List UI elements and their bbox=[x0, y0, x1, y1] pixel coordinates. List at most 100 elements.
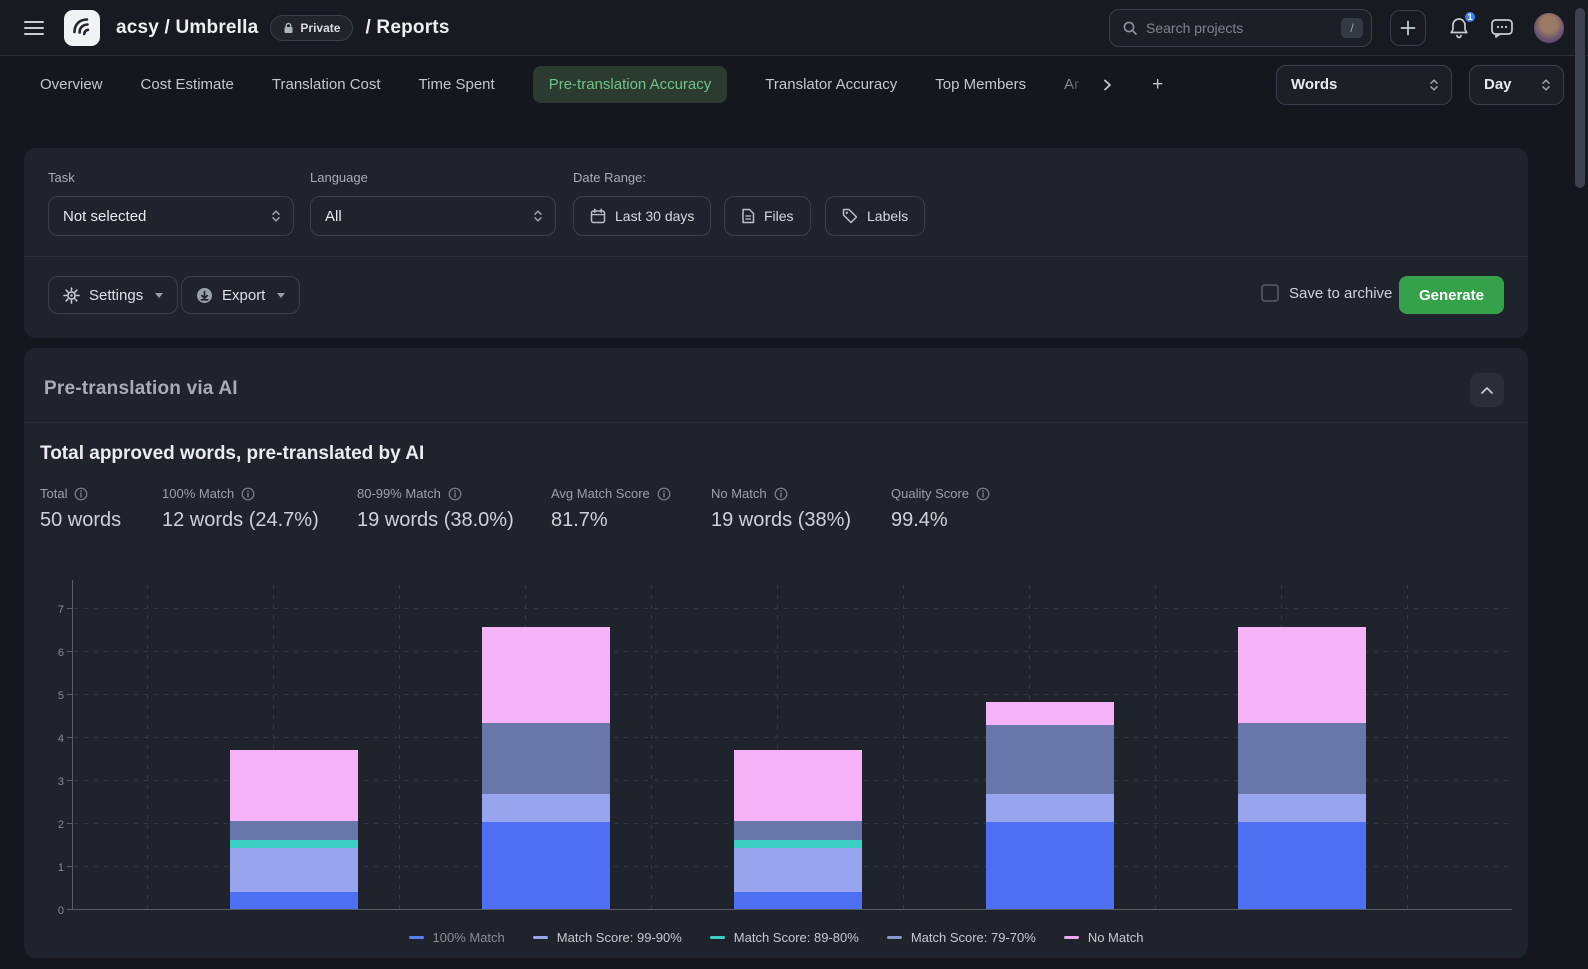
y-tick-mark bbox=[67, 909, 72, 910]
legend-item-match-score-99-90[interactable]: Match Score: 99-90% bbox=[533, 930, 682, 945]
tab-translator-accuracy[interactable]: Translator Accuracy bbox=[765, 76, 897, 93]
x-axis-baseline bbox=[72, 909, 1512, 910]
info-icon[interactable] bbox=[976, 487, 990, 501]
stat-label-text: Quality Score bbox=[891, 486, 969, 501]
legend-item-100-match[interactable]: 100% Match bbox=[409, 930, 505, 945]
tab-overview[interactable]: Overview bbox=[40, 76, 103, 93]
info-icon[interactable] bbox=[448, 487, 462, 501]
tab-top-members[interactable]: Top Members bbox=[935, 76, 1026, 93]
tabs-scroll-right-button[interactable] bbox=[1100, 78, 1114, 92]
search-icon bbox=[1122, 20, 1138, 36]
caret-down-icon bbox=[277, 293, 285, 298]
search-shortcut-key: / bbox=[1341, 18, 1363, 38]
y-tick-label: 7 bbox=[40, 604, 64, 616]
legend-item-no-match[interactable]: No Match bbox=[1064, 930, 1144, 945]
stat-label-text: 80-99% Match bbox=[357, 486, 441, 501]
hamburger-menu-icon[interactable] bbox=[24, 21, 44, 35]
bar-5[interactable] bbox=[1238, 627, 1366, 909]
info-icon[interactable] bbox=[241, 487, 255, 501]
labels-filter-button[interactable]: Labels bbox=[825, 196, 925, 236]
legend-item-match-score-89-80[interactable]: Match Score: 89-80% bbox=[710, 930, 859, 945]
legend-dash-icon bbox=[710, 936, 725, 939]
date-range-button[interactable]: Last 30 days bbox=[573, 196, 711, 236]
bar-1[interactable] bbox=[230, 750, 358, 909]
bar-segment-match-score-79-70 bbox=[1238, 723, 1366, 794]
stat-value: 19 words (38.0%) bbox=[357, 509, 514, 532]
file-icon bbox=[741, 208, 755, 224]
bar-segment-100-match bbox=[230, 892, 358, 909]
export-button-label: Export bbox=[222, 287, 265, 304]
bar-segment-100-match bbox=[734, 892, 862, 909]
legend-label: 100% Match bbox=[433, 930, 505, 945]
language-filter-value: All bbox=[325, 208, 342, 225]
settings-button[interactable]: Settings bbox=[48, 276, 178, 314]
stat-label: Avg Match Score bbox=[551, 486, 671, 501]
y-tick-label: 5 bbox=[40, 690, 64, 702]
legend-label: Match Score: 99-90% bbox=[557, 930, 682, 945]
bar-3[interactable] bbox=[734, 750, 862, 909]
stat-no-match: No Match19 words (38%) bbox=[711, 486, 851, 532]
create-project-button[interactable] bbox=[1390, 10, 1426, 46]
tab-ar[interactable]: Ar bbox=[1064, 76, 1086, 93]
legend-label: Match Score: 89-80% bbox=[734, 930, 859, 945]
tab-cost-estimate[interactable]: Cost Estimate bbox=[141, 76, 234, 93]
app-logo[interactable] bbox=[64, 10, 100, 46]
labels-button-label: Labels bbox=[867, 208, 908, 224]
info-icon[interactable] bbox=[74, 487, 88, 501]
plus-icon bbox=[1400, 20, 1416, 36]
chart-title: Total approved words, pre-translated by … bbox=[40, 443, 424, 465]
legend-item-match-score-79-70[interactable]: Match Score: 79-70% bbox=[887, 930, 1036, 945]
gridline-x bbox=[651, 582, 652, 909]
pretranslation-report-panel: Pre-translation via AI Total approved wo… bbox=[24, 348, 1528, 958]
tab-time-spent[interactable]: Time Spent bbox=[419, 76, 495, 93]
search-input[interactable] bbox=[1146, 20, 1341, 36]
stat-label: 100% Match bbox=[162, 486, 319, 501]
y-tick-label: 2 bbox=[40, 819, 64, 831]
bar-segment-no-match bbox=[1238, 627, 1366, 723]
language-filter-select[interactable]: All bbox=[310, 196, 556, 236]
unit-select[interactable]: Words bbox=[1276, 65, 1452, 105]
add-report-tab-button[interactable]: + bbox=[1152, 74, 1163, 96]
period-select[interactable]: Day bbox=[1469, 65, 1564, 105]
bar-segment-match-score-89-80 bbox=[734, 840, 862, 848]
notifications-button[interactable]: 1 bbox=[1448, 16, 1470, 40]
bar-segment-no-match bbox=[230, 750, 358, 821]
stat-label: 80-99% Match bbox=[357, 486, 514, 501]
info-icon[interactable] bbox=[657, 487, 671, 501]
info-icon[interactable] bbox=[774, 487, 788, 501]
sort-icon bbox=[271, 209, 281, 223]
date-range-label: Date Range: bbox=[573, 170, 646, 185]
chat-icon bbox=[1490, 17, 1514, 39]
lock-icon bbox=[283, 22, 294, 34]
collapse-section-button[interactable] bbox=[1470, 373, 1504, 407]
calendar-icon bbox=[590, 208, 606, 224]
save-to-archive-checkbox[interactable] bbox=[1261, 284, 1279, 302]
stat-value: 12 words (24.7%) bbox=[162, 509, 319, 532]
stat-80-99-match: 80-99% Match 19 words (38.0%) bbox=[357, 486, 514, 532]
task-filter-value: Not selected bbox=[63, 208, 146, 225]
generate-button[interactable]: Generate bbox=[1399, 276, 1504, 314]
search-box[interactable]: / bbox=[1109, 9, 1372, 47]
chart-legend: 100% Match Match Score: 99-90% Match Score… bbox=[24, 930, 1528, 945]
tag-icon bbox=[842, 208, 858, 224]
stat-avg-match-score: Avg Match Score81.7% bbox=[551, 486, 671, 532]
bar-segment-match-score-99-90 bbox=[482, 794, 610, 822]
task-filter-label: Task bbox=[48, 170, 75, 185]
user-avatar[interactable] bbox=[1534, 13, 1564, 43]
task-filter-select[interactable]: Not selected bbox=[48, 196, 294, 236]
messages-button[interactable] bbox=[1490, 17, 1514, 39]
gridline-x bbox=[147, 582, 148, 909]
stat-label-text: 100% Match bbox=[162, 486, 234, 501]
section-title: Pre-translation via AI bbox=[44, 378, 238, 400]
bar-2[interactable] bbox=[482, 627, 610, 909]
export-button[interactable]: Export bbox=[181, 276, 300, 314]
files-filter-button[interactable]: Files bbox=[724, 196, 811, 236]
tab-translation-cost[interactable]: Translation Cost bbox=[272, 76, 381, 93]
bar-4[interactable] bbox=[986, 702, 1114, 909]
y-tick-label: 3 bbox=[40, 776, 64, 788]
breadcrumb-project-path[interactable]: acsy / Umbrella bbox=[116, 17, 258, 39]
report-filters-panel: Task Not selected Language All Date Rang… bbox=[24, 148, 1528, 338]
stat-label-text: Avg Match Score bbox=[551, 486, 650, 501]
stat-quality-score: Quality Score99.4% bbox=[891, 486, 990, 532]
tab-pre-translation-accuracy[interactable]: Pre-translation Accuracy bbox=[533, 66, 728, 103]
